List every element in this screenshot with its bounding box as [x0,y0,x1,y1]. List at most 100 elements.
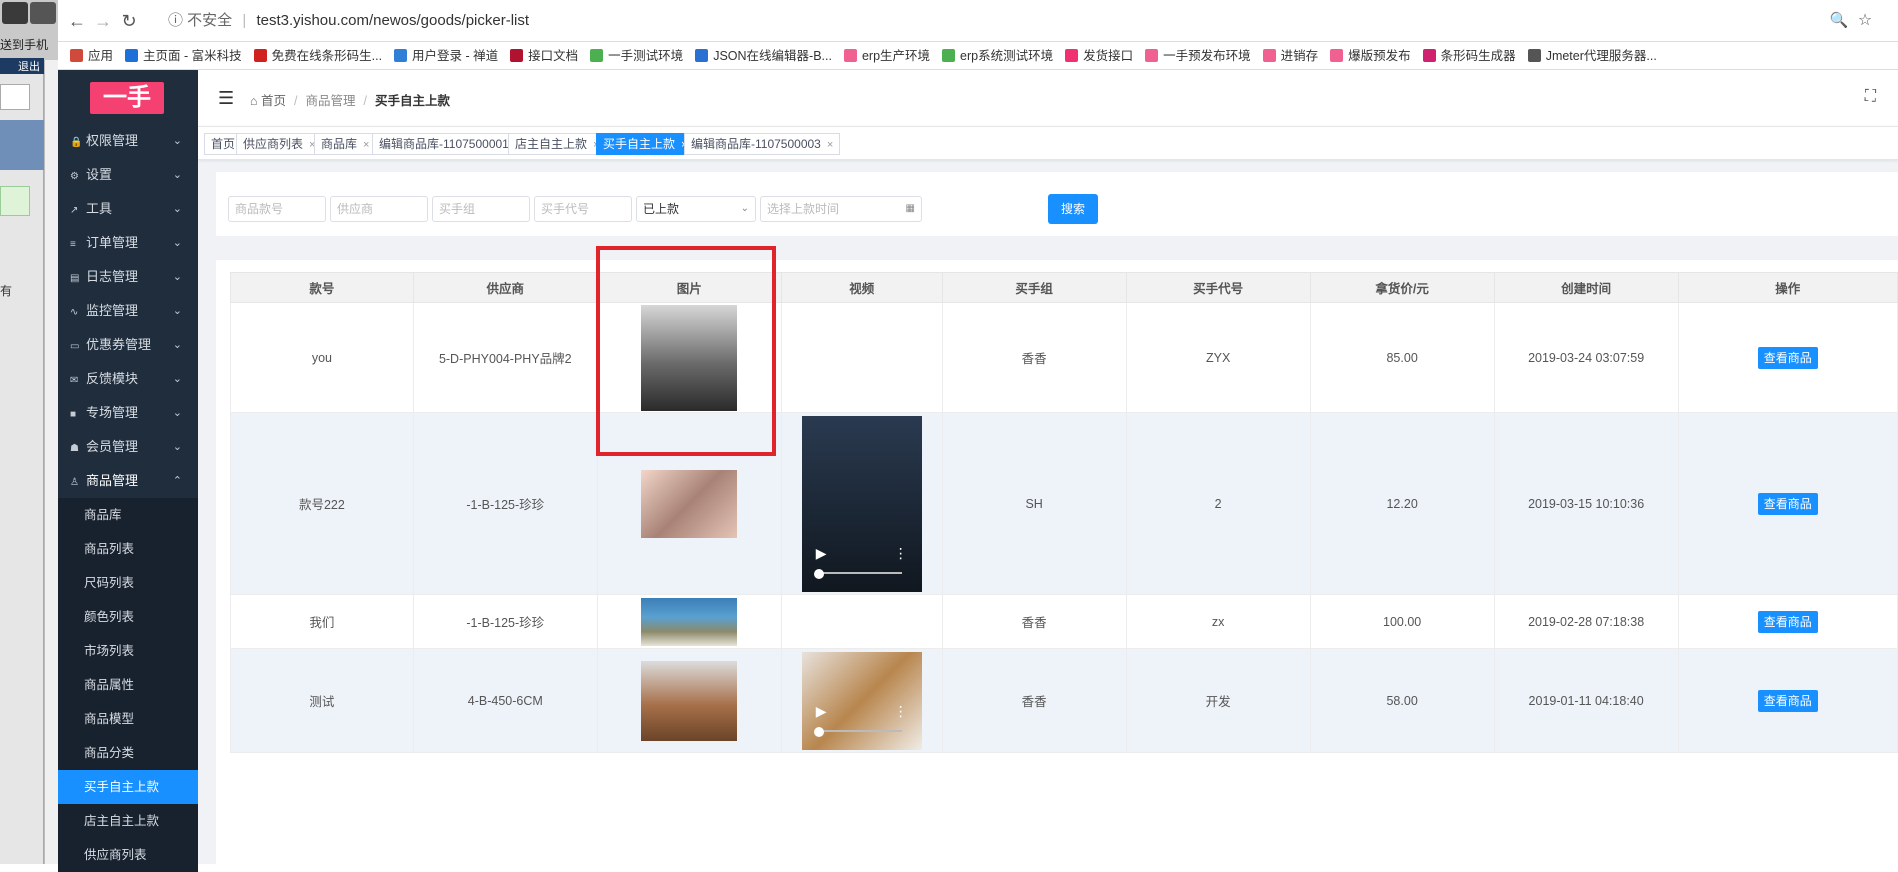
info-icon[interactable]: ⓘ [168,12,187,29]
submenu-item[interactable]: 买手自主上款 [58,770,198,804]
background-button[interactable] [0,186,30,216]
submenu-item[interactable]: 颜色列表 [58,600,198,634]
zoom-icon[interactable]: 🔍 [1828,10,1850,32]
tab-item[interactable]: 编辑商品库-1107500003 × [684,133,841,155]
sidebar-item[interactable]: ≡ 订单管理 ⌄ [58,226,198,260]
table-cell: zx [1125,594,1311,649]
fullscreen-icon[interactable]: ⛶ [1865,88,1876,106]
send-to-phone-text[interactable]: 送到手机 [0,36,48,53]
bookmark-item[interactable]: 进销存 [1262,42,1318,69]
app-logo[interactable]: 一手 [90,82,164,114]
submenu-item[interactable]: 商品属性 [58,668,198,702]
bookmark-icon [1145,49,1159,62]
status-select[interactable]: 已上款 ⌄ [636,196,756,222]
supplier-input[interactable]: 供应商 [330,196,428,222]
video-progress-knob[interactable] [813,726,824,737]
bookmark-item[interactable]: 用户登录 - 禅道 [394,42,498,69]
bookmark-star-icon[interactable]: ☆ [1854,10,1876,32]
time-picker[interactable]: 选择上款时间 ▦ [760,196,922,222]
sidebar-item[interactable]: ∿ 监控管理 ⌄ [58,294,198,328]
sidebar-item[interactable]: ▤ 日志管理 ⌄ [58,260,198,294]
background-select[interactable] [0,84,30,110]
tab-item[interactable]: 供应商列表 × [236,133,323,155]
video-progress-bar[interactable] [817,729,902,732]
sidebar-item[interactable]: ♙ 商品管理 ⌃ [58,464,198,498]
product-image[interactable] [641,469,738,538]
bookmark-item[interactable]: 免费在线条形码生... [253,42,382,69]
bookmark-item[interactable]: Jmeter代理服务器... [1527,42,1657,69]
view-goods-button[interactable]: 查看商品 [1757,346,1818,369]
view-goods-button[interactable]: 查看商品 [1757,689,1818,712]
submenu-item[interactable]: 商品分类 [58,736,198,770]
back-icon[interactable]: ← [66,10,88,32]
breadcrumb-home[interactable]: 首页 [261,94,286,108]
submenu-item[interactable]: 商品库 [58,498,198,532]
sidebar-item[interactable]: ☗ 会员管理 ⌄ [58,430,198,464]
bookmark-item[interactable]: 条形码生成器 [1422,42,1516,69]
more-icon[interactable]: ⋮ [894,545,908,562]
play-icon[interactable]: ▶ [816,703,827,720]
submenu-item[interactable]: 供应商列表 [58,838,198,872]
bookmark-item[interactable]: erp生产环境 [843,42,930,69]
bookmarks-bar: 应用 主页面 - 富米科技 免费在线条形码生... 用户登录 - 禅道 接口文档 一手测试… [58,42,1898,70]
sidebar-item[interactable]: 🔒 权限管理 ⌄ [58,124,198,158]
sidebar-item[interactable]: ▭ 优惠券管理 ⌄ [58,328,198,362]
taskbar-notification-icon[interactable] [30,2,56,24]
product-image[interactable] [641,660,738,741]
bookmark-item[interactable]: erp系统测试环境 [942,42,1054,69]
bookmark-item[interactable]: 发货接口 [1065,42,1133,69]
submenu-item[interactable]: 店主自主上款 [58,804,198,838]
background-scrollbar[interactable] [44,60,58,864]
table-row: 测试 4-B-450-6CM ▶ ⋮ 香香 开发 58.00 2019-01-11 04:18… [230,648,1898,753]
bookmark-item[interactable]: 主页面 - 富米科技 [125,42,242,69]
sidebar-item[interactable]: ↗ 工具 ⌄ [58,192,198,226]
tab-item[interactable]: 商品库 × [314,133,377,155]
bookmark-label: erp系统测试环境 [960,49,1054,63]
bookmark-icon [1330,49,1344,62]
address-bar[interactable]: ⓘ 不安全 | test3.yishou.com/newos/goods/pic… [168,6,1858,36]
top-bar: ☰ ⌂ 首页 / 商品管理 / 买手自主上款 ⛶ [198,70,1898,126]
bookmark-label: 接口文档 [528,49,579,63]
bookmark-item[interactable]: JSON在线编辑器-B... [695,42,832,69]
bookmark-item[interactable]: 接口文档 [510,42,579,69]
url-text[interactable]: test3.yishou.com/newos/goods/picker-list [256,12,529,29]
breadcrumb-mid[interactable]: 商品管理 [306,94,356,108]
submenu-item[interactable]: 市场列表 [58,634,198,668]
bookmark-item[interactable]: 一手预发布环境 [1145,42,1251,69]
table-cell: SH [941,412,1127,595]
bookmark-item[interactable]: 爆版预发布 [1330,42,1411,69]
submenu-item[interactable]: 商品模型 [58,702,198,736]
product-image[interactable] [641,597,738,646]
forward-icon[interactable]: → [92,10,114,32]
product-video[interactable]: ▶ ⋮ [801,415,922,592]
play-icon[interactable]: ▶ [816,545,827,562]
tab-item[interactable]: 买手自主上款× [596,133,695,155]
logout-link[interactable]: 退出 [0,58,44,74]
sidebar-item[interactable]: ✉ 反馈模块 ⌄ [58,362,198,396]
view-goods-button[interactable]: 查看商品 [1757,610,1818,633]
submenu-item[interactable]: 尺码列表 [58,566,198,600]
view-goods-button[interactable]: 查看商品 [1757,492,1818,515]
sidebar-item[interactable]: ⚙ 设置 ⌄ [58,158,198,192]
buyer-code-input[interactable]: 买手代号 [534,196,632,222]
more-icon[interactable]: ⋮ [894,703,908,720]
taskbar-window-icon[interactable] [2,2,28,24]
column-header: 操作 [1677,272,1898,303]
video-progress-bar[interactable] [817,571,902,574]
video-progress-knob[interactable] [813,568,824,579]
search-button[interactable]: 搜索 [1048,194,1098,224]
bookmark-icon [510,49,524,62]
bookmark-item[interactable]: 一手测试环境 [590,42,683,69]
tab-item[interactable]: 店主自主上款× [508,133,607,155]
code-input[interactable]: 商品款号 [228,196,326,222]
submenu-item[interactable]: 商品列表 [58,532,198,566]
close-icon[interactable]: × [827,139,833,151]
close-icon[interactable]: × [363,139,369,151]
buyer-group-input[interactable]: 买手组 [432,196,530,222]
tab-item[interactable]: 编辑商品库-1107500001× [372,133,529,155]
reload-icon[interactable]: ↻ [118,10,140,32]
hamburger-icon[interactable]: ☰ [218,88,234,109]
bookmark-item[interactable]: 应用 [70,42,113,69]
sidebar-item[interactable]: ■ 专场管理 ⌄ [58,396,198,430]
product-video[interactable]: ▶ ⋮ [801,651,922,750]
